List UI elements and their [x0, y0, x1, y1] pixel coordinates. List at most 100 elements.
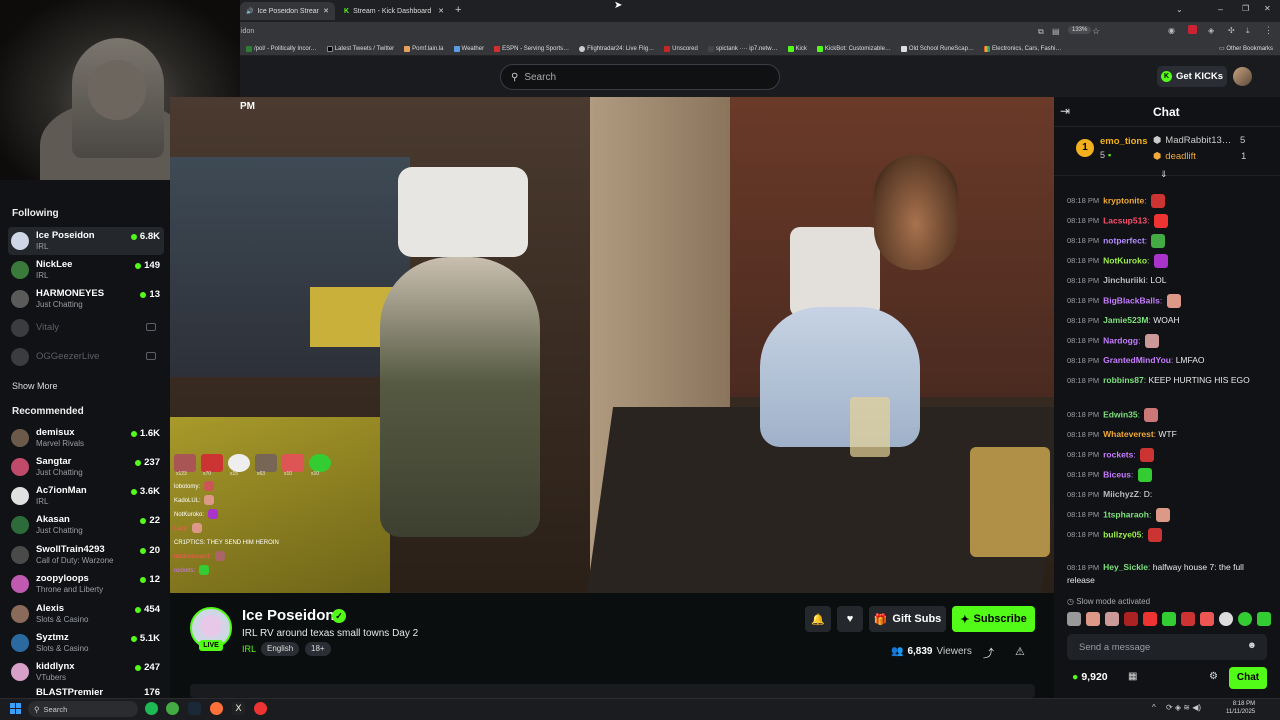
- app-icon[interactable]: [254, 702, 267, 715]
- share-icon[interactable]: ⤴: [983, 645, 994, 661]
- emote-icon[interactable]: [1162, 612, 1176, 626]
- get-kicks-button[interactable]: K Get KICKs: [1157, 66, 1227, 87]
- sidebar-item-demisux[interactable]: demisux Marvel Rivals 1.6K: [8, 424, 164, 452]
- sidebar-item-syztmz[interactable]: Syztmz Slots & Casino 5.1K: [8, 629, 164, 657]
- bookmark-item[interactable]: /pol/ - Politically Incor…: [246, 45, 317, 52]
- sidebar-item-alexis[interactable]: Alexis Slots & Casino 454: [8, 600, 164, 628]
- chat-username[interactable]: Jinchuriiki: [1103, 275, 1146, 285]
- emote-icon[interactable]: [1257, 612, 1271, 626]
- sidebar-item-kiddlynx[interactable]: kiddlynx VTubers 247: [8, 658, 164, 686]
- install-icon[interactable]: ⧉: [1038, 27, 1044, 37]
- report-icon[interactable]: ⚠: [1015, 645, 1025, 658]
- sidebar-item-nicklee[interactable]: NickLee IRL 149: [8, 256, 164, 284]
- bookmark-item[interactable]: Old School RuneScap…: [900, 45, 974, 52]
- close-window-button[interactable]: ✕: [1264, 4, 1271, 13]
- steam-icon[interactable]: [188, 702, 201, 715]
- extension-icon[interactable]: ◈: [1208, 26, 1214, 35]
- bookmark-item[interactable]: Kick: [787, 45, 807, 52]
- leaderboard-user[interactable]: ⬢ MadRabbit13…: [1153, 135, 1231, 146]
- emoji-picker-icon[interactable]: ☻: [1247, 640, 1257, 651]
- stream-category-link[interactable]: IRL: [242, 644, 256, 654]
- chat-rules-icon[interactable]: ▦: [1128, 671, 1137, 682]
- chat-username[interactable]: 1tspharaoh: [1103, 509, 1149, 519]
- channel-name[interactable]: Ice Poseidon: [242, 607, 335, 624]
- emote-icon[interactable]: [1086, 612, 1100, 626]
- app-icon[interactable]: [166, 702, 179, 715]
- chat-username[interactable]: Whateverest: [1103, 429, 1154, 439]
- minimize-button[interactable]: –: [1218, 4, 1223, 14]
- start-windows-icon[interactable]: [10, 703, 21, 714]
- sidebar-item-blastpremier[interactable]: BLASTPremier 176: [8, 687, 164, 698]
- user-avatar[interactable]: [1233, 67, 1252, 86]
- bookmark-item[interactable]: Unscored: [664, 45, 698, 52]
- tab-kick-dashboard[interactable]: K Stream - Kick Dashboard ✕: [338, 2, 450, 20]
- bookmark-item[interactable]: spictank ···· ip7.netw…: [707, 45, 778, 52]
- sidebar-item-zoopyloops[interactable]: zoopyloops Throne and Liberty 12: [8, 570, 164, 598]
- downloads-icon[interactable]: ⤓: [1246, 26, 1250, 36]
- menu-icon[interactable]: ⋮: [1264, 25, 1273, 36]
- emote-icon[interactable]: [1124, 612, 1138, 626]
- chat-username[interactable]: Biceus: [1103, 469, 1131, 479]
- close-tab-icon[interactable]: ✕: [323, 7, 329, 15]
- bookmark-item[interactable]: KickBot: Customizable…: [816, 45, 891, 52]
- chat-username[interactable]: robbins87: [1103, 375, 1144, 385]
- new-tab-button[interactable]: +: [455, 4, 461, 16]
- close-tab-icon[interactable]: ✕: [438, 7, 444, 15]
- leaderboard-user[interactable]: ⬢ deadlift: [1153, 151, 1196, 162]
- chat-username[interactable]: notperfect: [1103, 235, 1145, 245]
- chat-username[interactable]: Jamie523M: [1103, 315, 1148, 325]
- subscribe-button[interactable]: ✦ Subscribe: [952, 606, 1035, 632]
- video-player[interactable]: PM: [170, 97, 1054, 593]
- settings-gear-icon[interactable]: ⚙: [1209, 671, 1218, 682]
- sidebar-item-ac7ionman[interactable]: Ac7ionMan IRL 3.6K: [8, 482, 164, 510]
- bookmark-item[interactable]: Flightradar24: Live Flig…: [579, 45, 654, 52]
- gift-subs-button[interactable]: 🎁 Gift Subs: [869, 606, 946, 632]
- pin-icon[interactable]: ⇓: [1160, 169, 1168, 180]
- firefox-icon[interactable]: [210, 702, 223, 715]
- sidebar-item-sangtar[interactable]: Sangtar Just Chatting 237: [8, 453, 164, 481]
- sidebar-item-ice-poseidon[interactable]: Ice Poseidon IRL 6.8K: [8, 227, 164, 255]
- translate-icon[interactable]: ▤: [1052, 27, 1060, 36]
- bookmark-item[interactable]: Pomf.lain.la: [404, 45, 444, 52]
- sidebar-item-akasan[interactable]: Akasan Just Chatting 22: [8, 511, 164, 539]
- chat-username[interactable]: BigBlackBalls: [1103, 295, 1160, 305]
- kicks-balance[interactable]: ● 9,920: [1072, 671, 1108, 683]
- taskbar-clock[interactable]: 8:18 PM 11/11/2025: [1226, 700, 1255, 716]
- chat-username[interactable]: Hey_Sickle: [1103, 562, 1148, 572]
- emote-icon[interactable]: [1219, 612, 1233, 626]
- bookmark-item[interactable]: Latest Tweets / Twitter: [326, 45, 394, 52]
- bookmark-item[interactable]: Weather: [453, 45, 484, 52]
- notification-bell-button[interactable]: 🔔: [805, 606, 831, 632]
- zoom-badge[interactable]: 133%: [1068, 26, 1092, 34]
- x-icon[interactable]: X: [232, 702, 245, 715]
- follow-heart-button[interactable]: ♥: [837, 606, 863, 632]
- sidebar-item-swolltrain4293[interactable]: SwollTrain4293 Call of Duty: Warzone 20: [8, 541, 164, 569]
- spotify-icon[interactable]: [145, 702, 158, 715]
- tab-search-icon[interactable]: ⌄: [1176, 5, 1183, 14]
- maximize-button[interactable]: ❐: [1242, 4, 1249, 13]
- chat-message-input[interactable]: Send a message ☻: [1067, 634, 1267, 660]
- chat-username[interactable]: Nardogg: [1103, 335, 1138, 345]
- emote-icon[interactable]: [1143, 612, 1157, 626]
- emote-icon[interactable]: [1238, 612, 1252, 626]
- emote-icon[interactable]: [1105, 612, 1119, 626]
- sidebar-item-vitaly[interactable]: Vitaly: [8, 314, 164, 342]
- chat-username[interactable]: rockets: [1103, 449, 1133, 459]
- tag-language[interactable]: English: [261, 642, 300, 656]
- sidebar-item-harmoneyes[interactable]: HARMONEYES Just Chatting 13: [8, 285, 164, 313]
- collapse-chat-icon[interactable]: ⇥: [1060, 104, 1070, 118]
- show-more-link[interactable]: Show More: [12, 381, 58, 391]
- chat-username[interactable]: Edwin35: [1103, 409, 1137, 419]
- bookmark-item[interactable]: Electronics, Cars, Fashi…: [983, 45, 1061, 52]
- chat-username[interactable]: kryptonite: [1103, 195, 1144, 205]
- emote-icon[interactable]: [1200, 612, 1214, 626]
- search-input[interactable]: ⚲ Search: [500, 64, 780, 90]
- other-bookmarks[interactable]: ▭ Other Bookmarks: [1219, 45, 1273, 52]
- extension-icon[interactable]: [1188, 25, 1197, 34]
- chat-username[interactable]: MiichyzZ: [1103, 489, 1139, 499]
- sidebar-item-oggeezerlive[interactable]: OGGeezerLive: [8, 343, 164, 371]
- tray-icons[interactable]: ⟳ ◈ ≋ ◀): [1166, 703, 1201, 712]
- chat-username[interactable]: bullzye05: [1103, 529, 1141, 539]
- emote-icon[interactable]: [1067, 612, 1081, 626]
- send-chat-button[interactable]: Chat: [1229, 667, 1267, 689]
